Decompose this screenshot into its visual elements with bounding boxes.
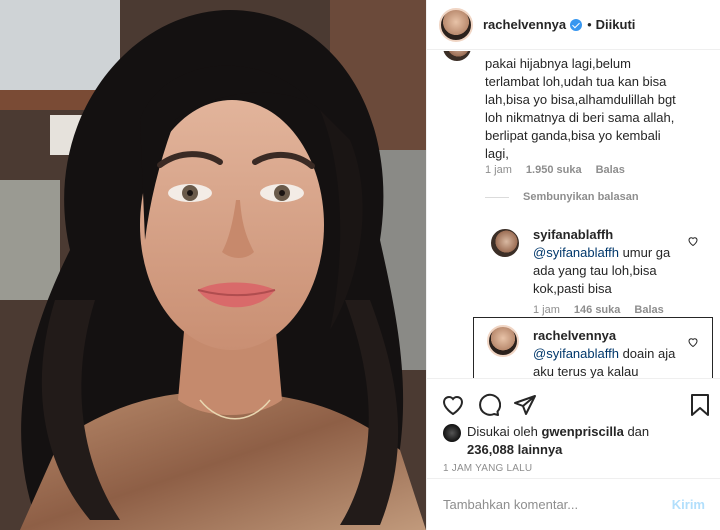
reply-likes[interactable]: 146 suka [574, 304, 620, 316]
comment-like-icon[interactable] [687, 235, 699, 247]
comment-line: lah,bisa yo bisa,alhamdulillah bgt [485, 92, 676, 107]
author-avatar[interactable] [439, 7, 473, 42]
bookmark-icon[interactable] [689, 393, 711, 417]
comment-composer: Kirim [427, 478, 720, 530]
reply-author-avatar[interactable] [487, 325, 519, 357]
likes-text: Disukai oleh gwenpriscilla dan 236,088 l… [467, 423, 649, 459]
comment-line: berlipat ganda,bisa yo kembali [485, 128, 661, 143]
comment-text: pakai hijabnya lagi,belum terlambat loh,… [485, 55, 691, 163]
reply-avatar[interactable] [489, 227, 521, 259]
reply-mention[interactable]: @syifanablaffh [533, 245, 619, 260]
reply-text: rachelvennya @syifanablaffh doain aja ak… [533, 327, 689, 378]
post-comment-button[interactable]: Kirim [672, 497, 705, 512]
reply-meta: 1 jam 146 suka Balas [533, 304, 664, 316]
liker-username[interactable]: gwenpriscilla [541, 424, 623, 439]
comment-meta: 1 jam 1.950 suka Balas [485, 164, 625, 176]
comment-input[interactable] [443, 497, 672, 512]
hide-replies-button[interactable]: Sembunyikan balasan [485, 191, 639, 203]
comment-line: loh nikmatnya di beri sama allah, [485, 110, 675, 125]
comments-list[interactable]: pakai hijabnya lagi,belum terlambat loh,… [427, 51, 720, 378]
likes-joiner: dan [627, 424, 650, 439]
likes-count[interactable]: 236,088 lainnya [467, 442, 562, 457]
post-photo[interactable] [0, 0, 426, 530]
comment-line: pakai hijabnya lagi,belum [485, 56, 631, 71]
share-icon[interactable] [513, 393, 537, 417]
reply-mention[interactable]: @syifanablaffh [533, 346, 619, 361]
likes-prefix: Disukai oleh [467, 424, 538, 439]
comment-line: terlambat loh,udah tua kan bisa [485, 74, 667, 89]
separator-dot: • [587, 17, 592, 32]
liker-avatar[interactable] [443, 424, 461, 442]
heart-icon[interactable] [441, 393, 465, 417]
comment-like-icon[interactable] [687, 336, 699, 348]
reply-username[interactable]: rachelvennya [533, 328, 616, 343]
post-panel: rachelvennya • Diikuti pakai hijabnya la… [426, 0, 720, 530]
author-username[interactable]: rachelvennya [483, 17, 566, 32]
reply-username[interactable]: syifanablaffh [533, 227, 613, 242]
divider-line [485, 196, 509, 198]
comment-likes[interactable]: 1.950 suka [526, 164, 582, 176]
reply-time[interactable]: 1 jam [533, 304, 560, 316]
commenter-avatar[interactable] [441, 51, 473, 63]
reply-reply-button[interactable]: Balas [634, 304, 663, 316]
post-header: rachelvennya • Diikuti [427, 0, 720, 50]
comment-icon[interactable] [477, 393, 501, 417]
likes-summary: Disukai oleh gwenpriscilla dan 236,088 l… [443, 423, 649, 459]
comment-reply-button[interactable]: Balas [596, 164, 625, 176]
portrait-image [0, 0, 426, 530]
hide-replies-label: Sembunyikan balasan [523, 191, 639, 203]
following-button[interactable]: Diikuti [596, 17, 636, 32]
comment-time[interactable]: 1 jam [485, 164, 512, 176]
post-timestamp[interactable]: 1 JAM YANG LALU [443, 463, 532, 474]
reply-text: syifanablaffh @syifanablaffh umur ga ada… [533, 226, 689, 298]
verified-badge-icon [570, 18, 583, 31]
comment-line: lagi, [485, 146, 509, 161]
